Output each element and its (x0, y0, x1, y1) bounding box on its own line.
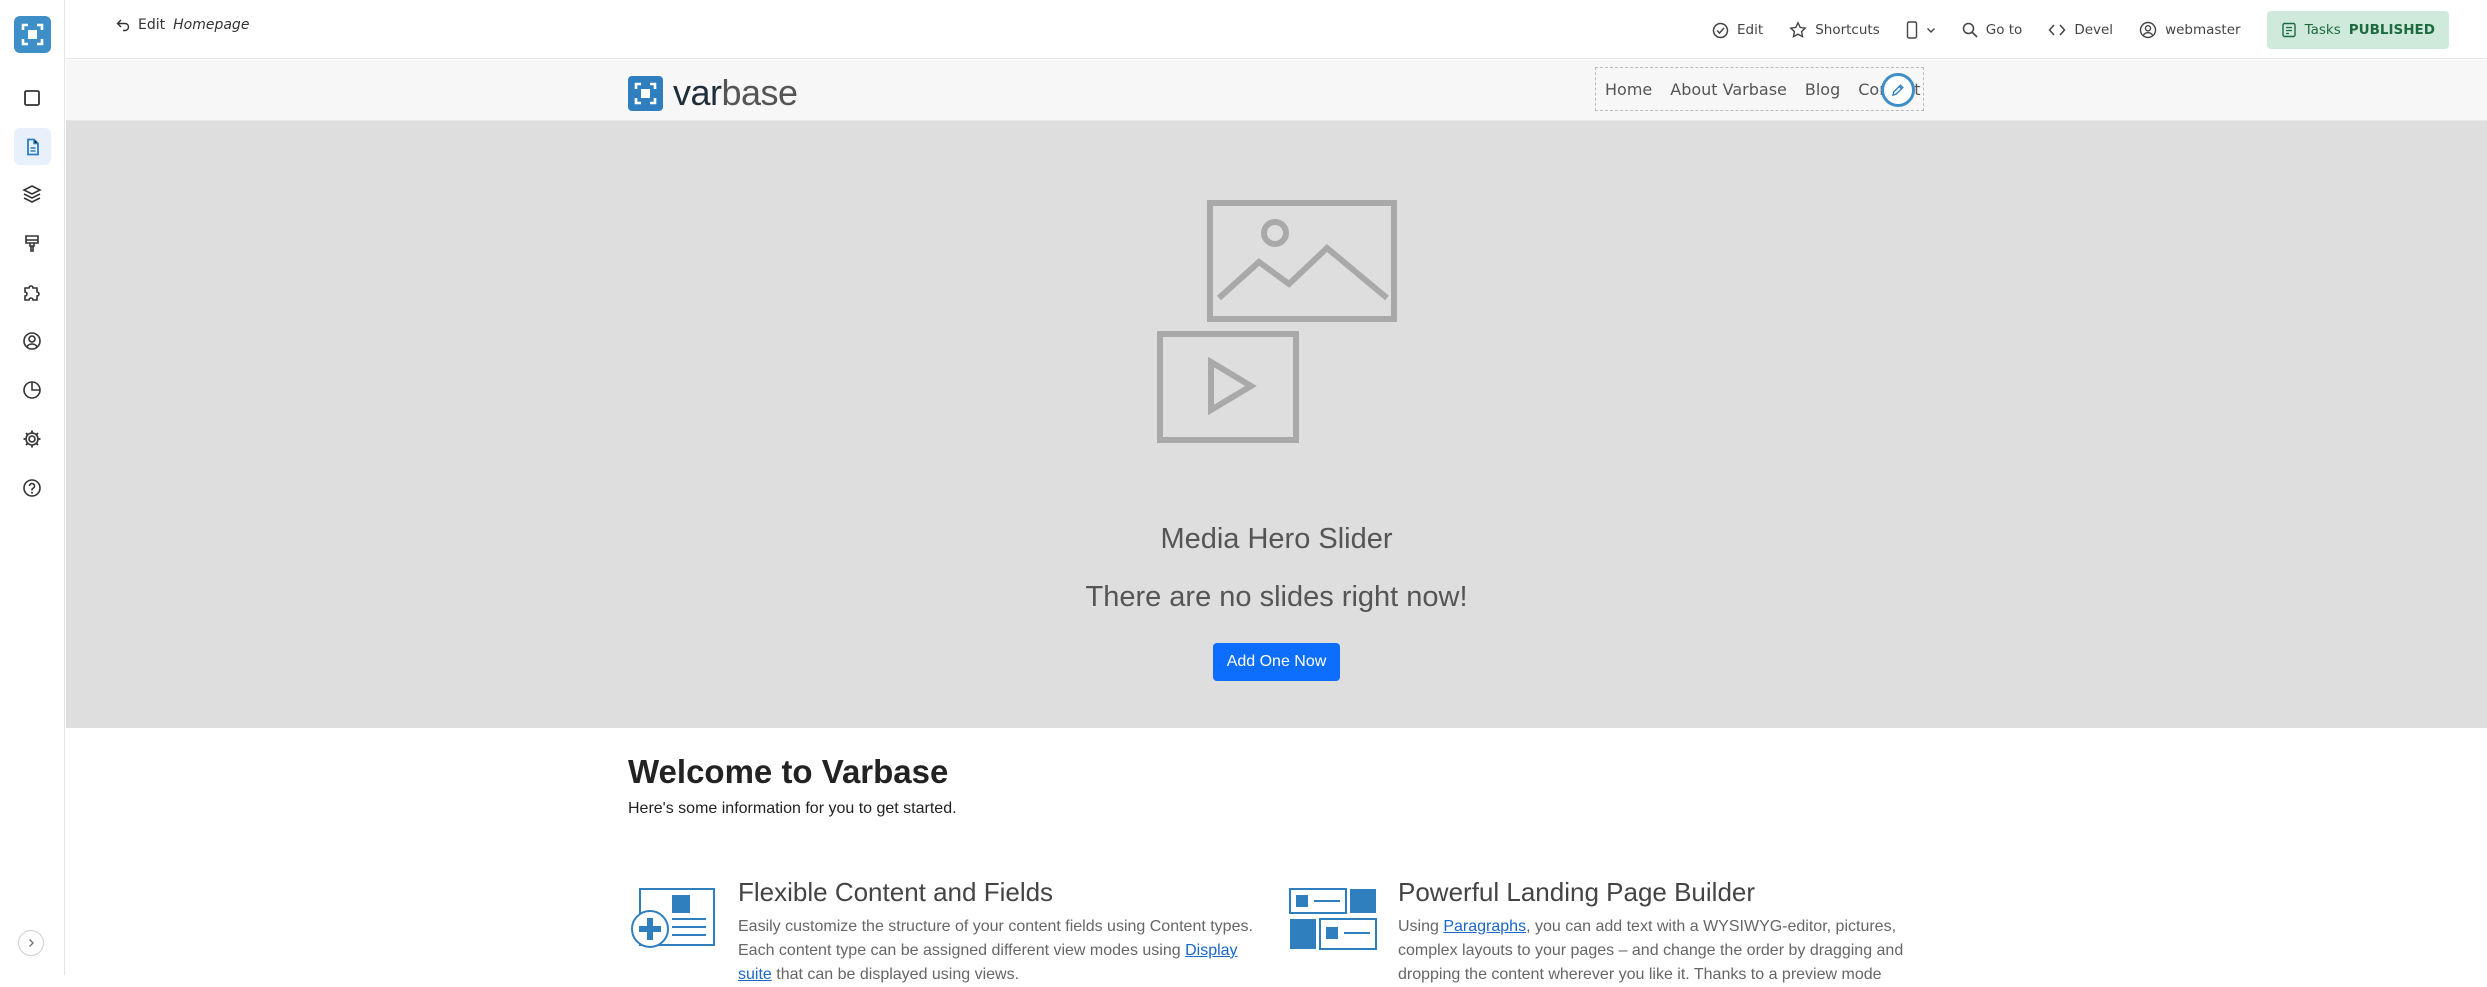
back-arrow-icon (116, 19, 130, 32)
shortcuts-label: Shortcuts (1815, 22, 1880, 38)
reports-icon[interactable] (18, 376, 46, 404)
feature-text-before: Using (1398, 918, 1444, 935)
blocks-icon[interactable] (18, 84, 46, 112)
hero-subtitle: There are no slides right now! (1085, 581, 1468, 613)
nav-item-blog[interactable]: Blog (1805, 80, 1840, 99)
check-circle-icon (1712, 22, 1729, 38)
devel-label: Devel (2074, 22, 2114, 38)
image-placeholder-icon (1207, 200, 1397, 322)
chevron-down-icon (1926, 28, 1935, 33)
add-one-now-button[interactable]: Add One Now (1213, 643, 1340, 681)
top-toolbar: Edit Homepage Edit Shortcuts Go to Devel… (66, 0, 2487, 59)
flexible-content-icon (631, 888, 715, 948)
varbase-logo-icon (628, 75, 663, 111)
status-badge: PUBLISHED (2348, 22, 2435, 38)
appearance-icon[interactable] (18, 229, 46, 257)
mobile-device-icon (1906, 21, 1917, 39)
device-preview-dropdown[interactable] (1906, 21, 1936, 39)
goto-button[interactable]: Go to (1962, 22, 2023, 38)
welcome-subtitle: Here's some information for you to get s… (628, 800, 957, 817)
paragraphs-link[interactable]: Paragraphs (1443, 918, 1526, 935)
admin-sidebar (0, 0, 65, 975)
user-icon (2139, 21, 2157, 39)
site-name: varbase (673, 72, 798, 114)
content-icon[interactable] (14, 128, 51, 165)
brand-var: var (673, 72, 722, 113)
edit-homepage-link[interactable]: Edit Homepage (116, 17, 249, 33)
devel-button[interactable]: Devel (2048, 22, 2113, 38)
user-menu-button[interactable]: webmaster (2139, 21, 2241, 39)
welcome-title: Welcome to Varbase (628, 753, 949, 790)
main-navigation: Home About Varbase Blog Contact (1595, 67, 1924, 111)
feature-title: Flexible Content and Fields (738, 877, 1054, 907)
feature-text: Easily customize the structure of your c… (738, 915, 1258, 987)
star-icon (1789, 21, 1807, 38)
help-icon[interactable] (18, 474, 46, 502)
username-label: webmaster (2165, 22, 2241, 38)
search-icon (1962, 22, 1978, 38)
edit-label: Edit (138, 17, 166, 33)
edit-page-name: Homepage (173, 17, 250, 33)
code-icon (2048, 24, 2066, 36)
structure-icon[interactable] (18, 180, 46, 208)
media-hero-slider: Media Hero Slider There are no slides ri… (66, 121, 2487, 728)
feature-text-before: Easily customize the structure of your c… (738, 918, 1253, 959)
people-icon[interactable] (18, 327, 46, 355)
tasks-icon (2281, 22, 2296, 38)
expand-sidebar-icon[interactable] (18, 930, 44, 956)
edit-button[interactable]: Edit (1712, 22, 1763, 39)
hero-title: Media Hero Slider (1160, 523, 1393, 555)
tasks-label: Tasks (2304, 22, 2341, 38)
feature-text: Using Paragraphs, you can add text with … (1398, 915, 1918, 987)
edit-menu-pencil-icon[interactable] (1881, 73, 1915, 107)
goto-label: Go to (1985, 22, 2023, 38)
edit-label: Edit (1737, 22, 1764, 38)
nav-item-home[interactable]: Home (1605, 80, 1652, 99)
shortcuts-button[interactable]: Shortcuts (1789, 21, 1880, 39)
tasks-published-button[interactable]: Tasks PUBLISHED (2266, 11, 2449, 49)
nav-item-about[interactable]: About Varbase (1670, 80, 1787, 99)
landing-page-builder-icon (1289, 888, 1377, 950)
site-logo[interactable]: varbase (628, 72, 798, 114)
drupal-logo-icon[interactable] (14, 16, 51, 53)
brand-base: base (721, 72, 799, 113)
extend-icon[interactable] (18, 278, 46, 306)
video-placeholder-icon (1157, 331, 1299, 443)
configuration-icon[interactable] (18, 425, 46, 453)
feature-title: Powerful Landing Page Builder (1398, 877, 1756, 907)
site-header: varbase Home About Varbase Blog Contact (66, 60, 2487, 121)
